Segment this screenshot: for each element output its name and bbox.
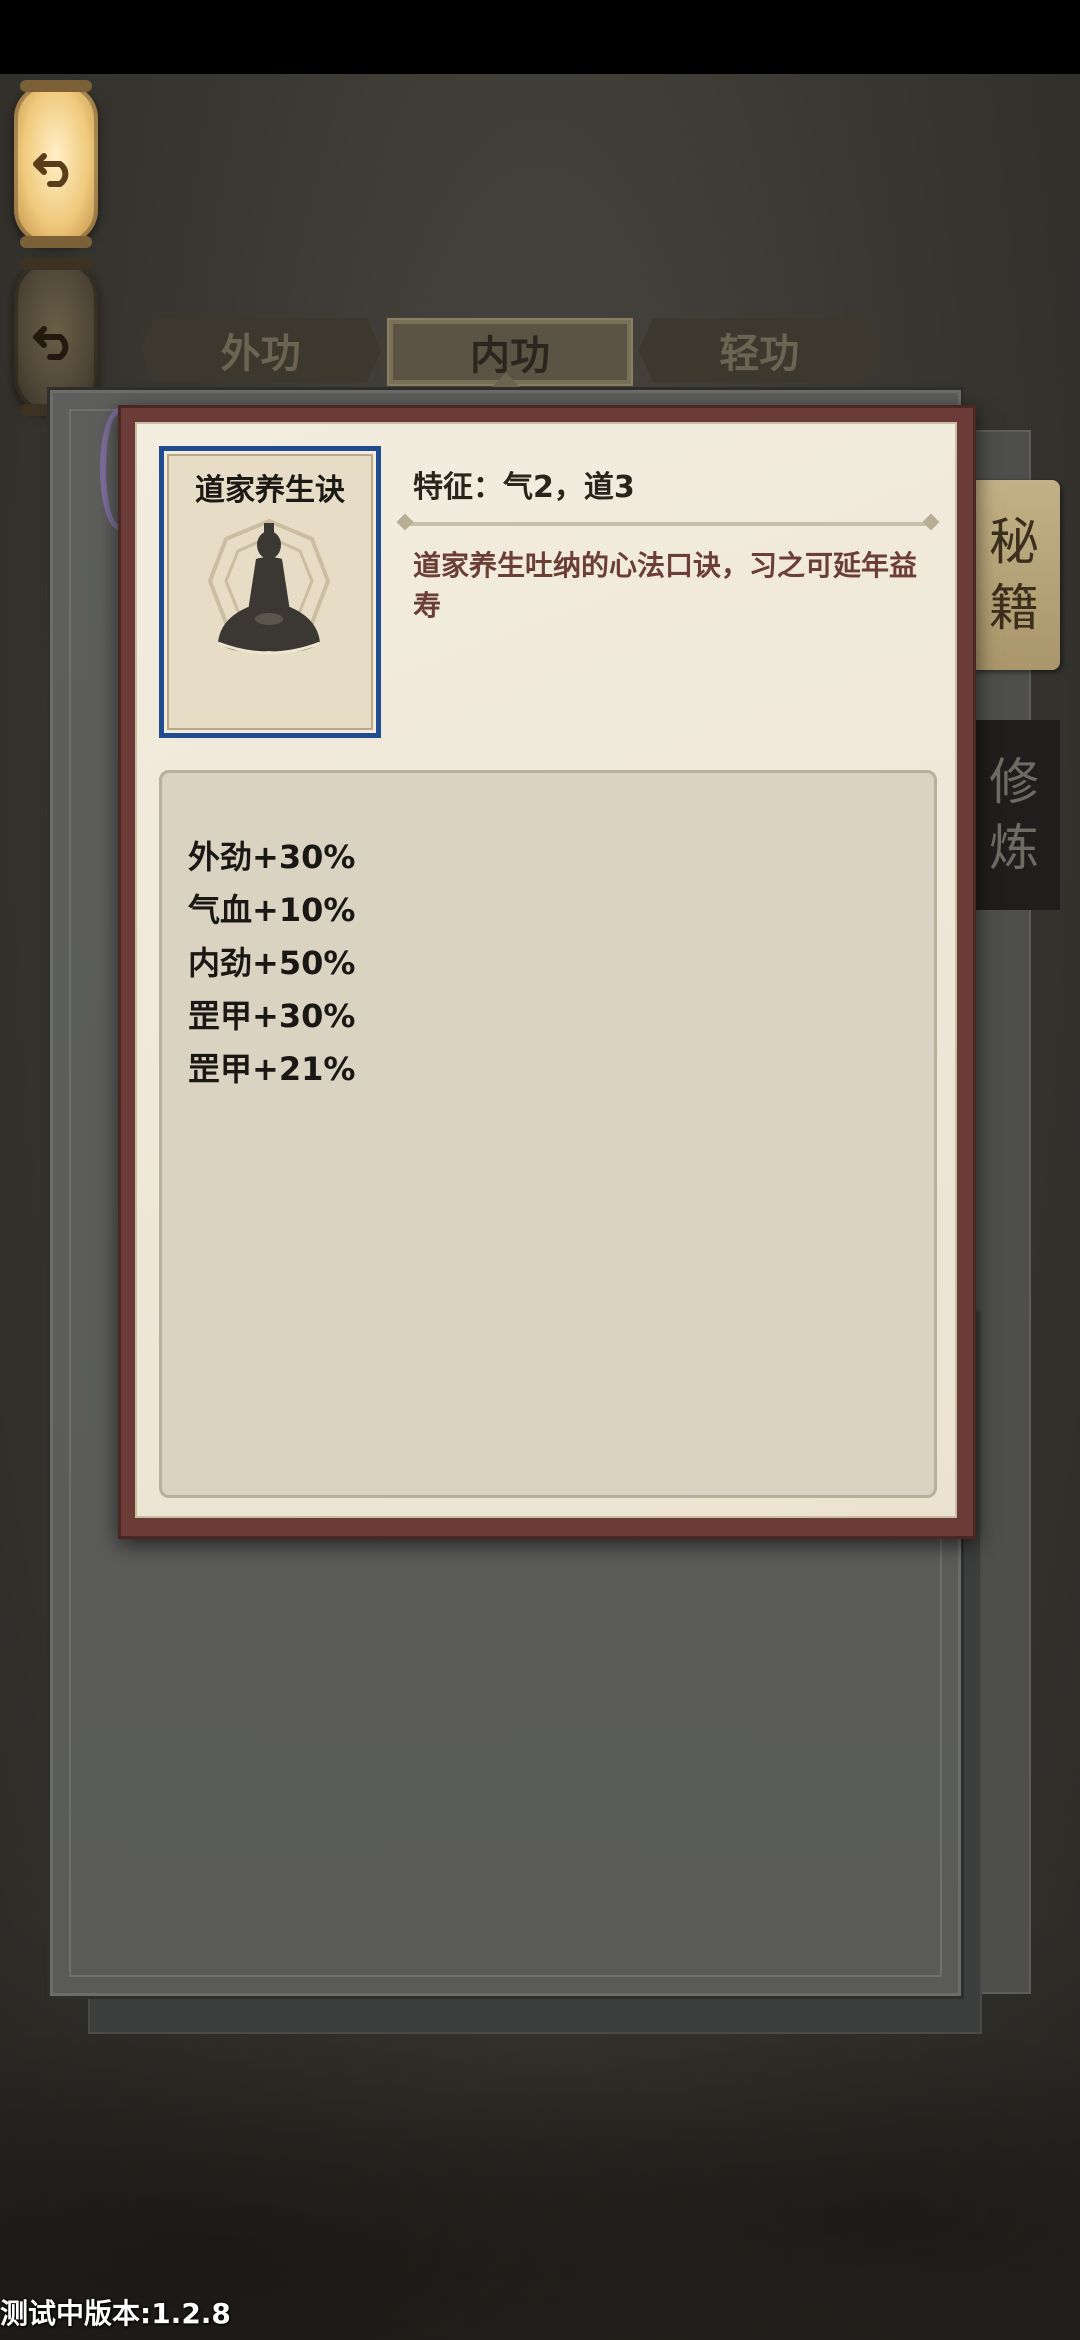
undo-arrow-icon: [33, 153, 69, 187]
skill-detail-popup[interactable]: 道家养生诀 特征：气2，道3 道家养生吐纳的心法口诀，习之可延年益寿 外劲+30: [118, 405, 976, 1539]
skill-feature: 特征：气2，道3: [413, 470, 635, 505]
side-tab-char: 修: [989, 753, 1039, 811]
back-button-primary[interactable]: [14, 80, 98, 248]
side-tab-secret-manuals[interactable]: 秘 籍: [968, 480, 1060, 670]
side-tab-char: 籍: [989, 579, 1039, 637]
skill-category-tabs: 外功 内功 轻功: [140, 318, 880, 386]
skill-portrait-card: 道家养生诀: [159, 446, 381, 738]
skill-stats-box: 外劲+30% 气血+10% 内劲+50% 罡甲+30% 罡甲+21%: [159, 770, 937, 1498]
tab-waigong[interactable]: 外功: [140, 318, 382, 382]
side-tab-char: 秘: [989, 513, 1039, 571]
skill-name: 道家养生诀: [195, 473, 345, 508]
stat-line: 内劲+50%: [188, 944, 356, 982]
side-tab-cultivation[interactable]: 修 炼: [968, 720, 1060, 910]
meditating-figure-icon: [207, 518, 331, 655]
skill-description: 道家养生吐纳的心法口诀，习之可延年益寿: [413, 549, 918, 622]
tab-neigong[interactable]: 内功: [387, 318, 633, 386]
skill-stats-list: 外劲+30% 气血+10% 内劲+50% 罡甲+30% 罡甲+21%: [188, 831, 355, 1096]
game-screen: 外功 内功 轻功 秘 籍 修 炼 道家养生诀 特征：气2，道3 道家养生吐纳的心…: [0, 0, 1080, 2340]
stat-line: 气血+10%: [188, 891, 356, 929]
side-tab-char: 炼: [989, 819, 1039, 877]
status-bar: [0, 0, 1080, 74]
undo-arrow-icon: [33, 326, 69, 360]
stat-line: 外劲+30%: [188, 838, 356, 876]
stat-line: 罡甲+30%: [188, 997, 356, 1035]
lantern-cap: [20, 258, 92, 270]
popup-content: 道家养生诀 特征：气2，道3 道家养生吐纳的心法口诀，习之可延年益寿 外劲+30: [135, 422, 957, 1518]
stat-line: 罡甲+21%: [188, 1050, 356, 1088]
lantern-cap: [20, 80, 92, 92]
version-label: 测试中版本:1.2.8: [0, 2297, 231, 2330]
lantern-cap: [20, 236, 92, 248]
divider: [403, 522, 933, 526]
tab-qinggong[interactable]: 轻功: [638, 318, 880, 382]
